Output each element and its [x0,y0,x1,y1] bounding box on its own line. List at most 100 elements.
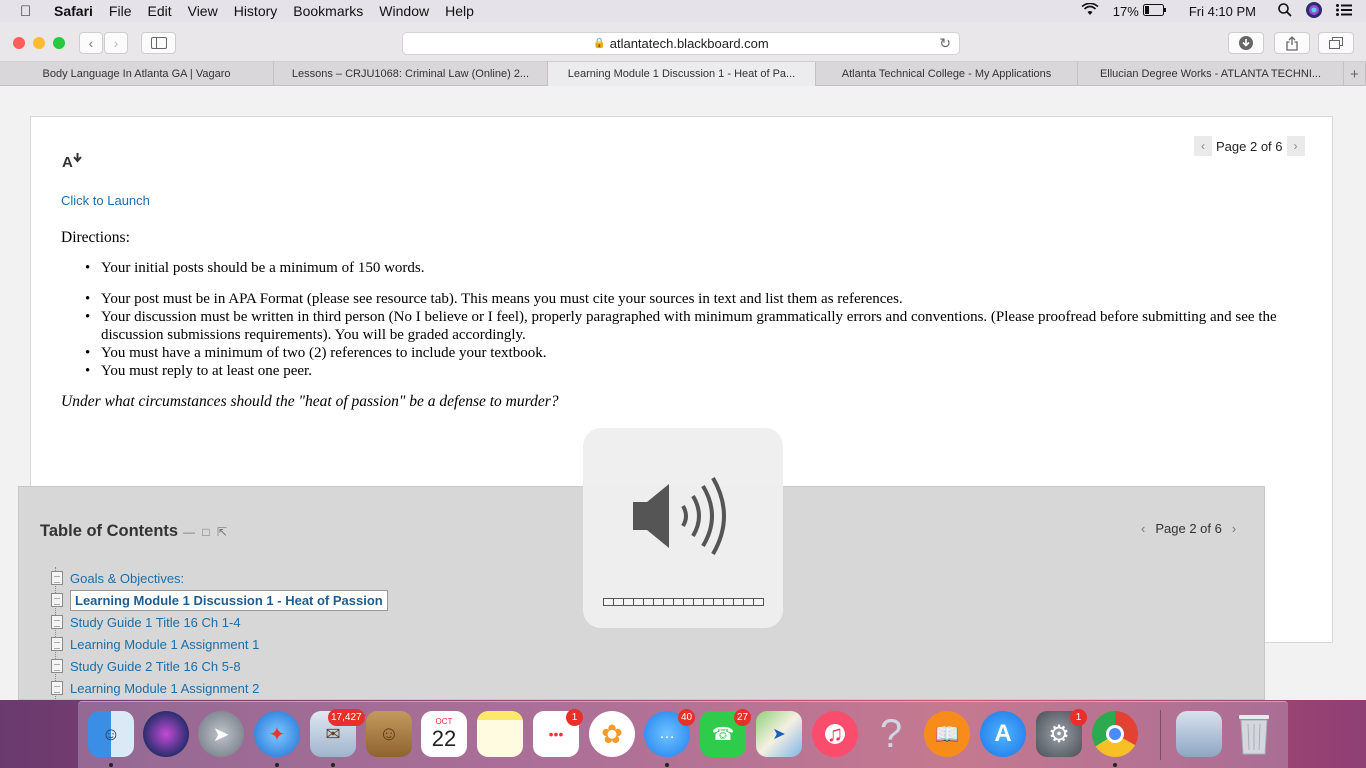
volume-segment [664,599,674,605]
tab-vagaro[interactable]: Body Language In Atlanta GA | Vagaro [0,62,274,86]
siri-icon[interactable] [1306,1,1322,21]
minimize-icon[interactable]: — [183,525,195,539]
siri-app-icon[interactable] [143,711,189,757]
share-button[interactable] [1274,32,1310,54]
show-tabs-button[interactable] [1318,32,1354,54]
toc-item-assignment-1[interactable]: Learning Module 1 Assignment 1 [47,633,388,655]
books-icon[interactable]: 📖 [924,711,970,757]
help-glyph: ? [879,711,903,756]
volume-segment [634,599,644,605]
tab-title: Lessons – CRJU1068: Criminal Law (Online… [291,68,530,80]
downloads-button[interactable] [1228,32,1264,54]
menu-view[interactable]: View [188,3,218,19]
menu-file[interactable]: File [109,3,132,19]
notification-center-icon[interactable] [1336,3,1352,19]
menu-history[interactable]: History [234,3,278,19]
menu-bookmarks[interactable]: Bookmarks [293,3,363,19]
volume-segment [754,599,763,605]
toc-item-label: Study Guide 1 Title 16 Ch 1-4 [70,614,241,630]
volume-segment [614,599,624,605]
speaker-volume-icon [633,476,726,556]
text-size-icon: A [62,154,73,171]
toc-list: Goals & Objectives: Learning Module 1 Di… [47,567,388,699]
clock[interactable]: Fri 4:10 PM [1189,4,1256,19]
toc-item-goals[interactable]: Goals & Objectives: [47,567,388,589]
app-store-icon[interactable]: A [980,711,1026,757]
toc-item-study-guide-2[interactable]: Study Guide 2 Title 16 Ch 5-8 [47,655,388,677]
dock: ☺ ➤ ✦ ✉ 17,427 ☺ OCT 22 ••• 1 ✿ … 40 ☎ 2… [78,701,1288,768]
discussion-question: Under what circumstances should the "hea… [61,393,559,410]
spotlight-search-icon[interactable] [1278,2,1292,20]
back-button[interactable]: ‹ [79,32,103,54]
tab-lessons[interactable]: Lessons – CRJU1068: Criminal Law (Online… [274,62,548,86]
tab-title: Atlanta Technical College - My Applicati… [841,68,1052,80]
photos-icon[interactable]: ✿ [589,711,635,757]
url-text: atlantatech.blackboard.com [609,36,769,51]
toc-item-assignment-2[interactable]: Learning Module 1 Assignment 2 [47,677,388,699]
tab-degree-works[interactable]: Ellucian Degree Works - ATLANTA TECHNI..… [1078,62,1344,86]
previous-page-button[interactable]: ‹ [1194,136,1212,156]
reload-icon[interactable]: ↻ [939,35,951,52]
trash-icon[interactable] [1231,711,1277,757]
toc-previous-page-button[interactable]: ‹ [1141,521,1145,536]
address-bar[interactable]: 🔒 atlantatech.blackboard.com ↻ [402,32,960,55]
chevron-right-icon: › [113,35,119,51]
volume-segment [674,599,684,605]
tab-title: Ellucian Degree Works - ATLANTA TECHNI..… [1099,68,1322,80]
maps-icon[interactable]: ➤ [756,711,802,757]
tab-my-applications[interactable]: Atlanta Technical College - My Applicati… [816,62,1078,86]
menu-edit[interactable]: Edit [147,3,171,19]
document-icon [51,571,63,585]
next-page-button[interactable]: › [1286,136,1305,156]
documents-folder-icon[interactable] [1176,711,1222,757]
document-icon [51,659,63,673]
forward-button[interactable]: › [104,32,128,54]
battery-icon[interactable] [1142,3,1167,19]
zoom-window-button[interactable] [53,37,65,49]
menu-help[interactable]: Help [445,3,474,19]
finder-icon[interactable]: ☺ [88,711,134,757]
toc-item-label: Learning Module 1 Assignment 2 [70,680,260,696]
volume-segment [714,599,724,605]
facetime-badge: 27 [734,709,752,726]
text-size-button[interactable]: A [62,153,82,171]
toc-item-study-guide-1[interactable]: Study Guide 1 Title 16 Ch 1-4 [47,611,388,633]
share-icon [1286,35,1298,51]
tab-discussion[interactable]: Learning Module 1 Discussion 1 - Heat of… [548,62,816,86]
apple-icon[interactable]:  [20,3,40,20]
launchpad-rocket-icon[interactable]: ➤ [198,711,244,757]
document-icon [51,637,63,651]
top-pager: ‹ Page 2 of 6 › [1194,136,1305,156]
itunes-music-icon[interactable]: ♫ [812,711,858,757]
chevron-left-icon: ‹ [1201,139,1205,153]
menu-window[interactable]: Window [379,3,429,19]
contacts-icon[interactable]: ☺ [366,711,412,757]
toc-item-label: Study Guide 2 Title 16 Ch 5-8 [70,658,241,674]
popout-arrow-icon[interactable]: ⇱ [217,525,227,539]
safari-compass-icon[interactable]: ✦ [254,711,300,757]
volume-segment [604,599,614,605]
volume-level-bar [603,598,764,606]
volume-segment [734,599,744,605]
notes-icon[interactable] [477,711,523,757]
calendar-day: 22 [431,726,457,751]
safari-toolbar: ‹ › 🔒 atlantatech.blackboard.com ↻ [0,22,1366,62]
new-tab-button[interactable]: + [1344,62,1366,86]
chevron-right-icon: › [1293,139,1298,153]
help-question-icon[interactable]: ? [868,711,914,757]
minimize-window-button[interactable] [33,37,45,49]
menu-safari[interactable]: Safari [54,3,93,19]
click-to-launch-link[interactable]: Click to Launch [61,193,150,208]
calendar-icon[interactable]: OCT 22 [421,711,467,757]
wifi-icon[interactable] [1081,2,1099,19]
toc-item-discussion-current[interactable]: Learning Module 1 Discussion 1 - Heat of… [47,589,388,611]
chrome-icon[interactable] [1092,711,1138,757]
maximize-icon[interactable]: □ [202,525,209,539]
document-icon [51,593,63,607]
toc-item-label: Goals & Objectives: [70,570,185,586]
sidebar-toggle-button[interactable] [141,32,176,54]
close-window-button[interactable] [13,37,25,49]
lock-icon: 🔒 [593,38,606,49]
toc-next-page-button[interactable]: › [1232,521,1236,536]
tab-title: Learning Module 1 Discussion 1 - Heat of… [567,68,796,80]
